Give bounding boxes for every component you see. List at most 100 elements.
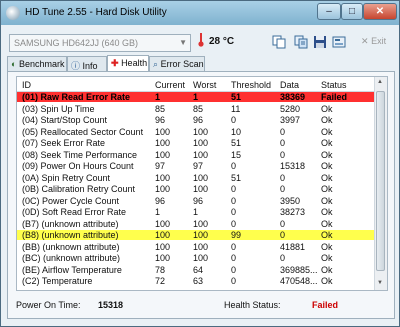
table-row[interactable]: (05) Reallocated Sector Count 100 100 10 0 Ok xyxy=(17,127,377,137)
table-row[interactable]: (BB) (unknown attribute) 100 100 0 41881 Ok xyxy=(17,242,377,252)
copy-icon[interactable] xyxy=(271,34,287,50)
cell-data: 0 xyxy=(280,230,286,240)
exit-button[interactable]: ✕ Exit xyxy=(361,36,386,47)
toolbar: SAMSUNG HD642JJ (640 GB) ▼ 28 °C ✕ Exit xyxy=(5,27,395,55)
options-icon[interactable] xyxy=(331,34,347,50)
cell-data: 38273 xyxy=(280,207,306,217)
cell-status: Ok xyxy=(321,264,333,275)
table-row[interactable]: (0D) Soft Read Error Rate 1 1 0 38273 Ok xyxy=(17,207,377,217)
tab-health[interactable]: ✚ Health xyxy=(107,55,149,72)
cell-id: (07) Seek Error Rate xyxy=(22,138,106,148)
cell-current: 1 xyxy=(155,207,161,217)
table-row[interactable]: (04) Start/Stop Count 96 96 0 3997 Ok xyxy=(17,115,377,125)
cell-status: Ok xyxy=(321,241,333,252)
cell-current: 78 xyxy=(155,264,166,275)
cell-threshold: 0 xyxy=(231,264,237,275)
table-row[interactable]: (C2) Temperature 72 63 0 470548... Ok xyxy=(17,276,377,286)
health-panel: ID Current Worst Threshold Data Status (… xyxy=(7,71,395,319)
table-row[interactable]: (01) Raw Read Error Rate 1 1 51 38369 Failed xyxy=(17,92,377,102)
header-threshold[interactable]: Threshold xyxy=(231,80,271,90)
cell-data: 0 xyxy=(280,184,286,194)
tab-error-scan[interactable]: ⌕ Error Scan xyxy=(149,56,205,71)
vertical-scrollbar[interactable]: ▲ ▼ xyxy=(374,77,387,290)
table-row[interactable]: (B7) (unknown attribute) 100 100 0 0 Ok xyxy=(17,219,377,229)
cell-worst: 100 xyxy=(193,184,209,194)
cell-status: Ok xyxy=(321,230,333,240)
status-footer: Power On Time: 15318 Health Status: Fail… xyxy=(16,298,388,314)
table-row[interactable]: (B8) (unknown attribute) 100 100 99 0 Ok xyxy=(17,230,377,240)
minimize-button[interactable]: – xyxy=(317,3,341,20)
cell-id: (0D) Soft Read Error Rate xyxy=(22,207,127,217)
header-current[interactable]: Current xyxy=(155,80,185,90)
smart-table[interactable]: ID Current Worst Threshold Data Status (… xyxy=(16,76,388,291)
cell-id: (05) Reallocated Sector Count xyxy=(22,126,144,137)
cell-status: Ok xyxy=(321,103,333,114)
table-row[interactable]: (03) Spin Up Time 85 85 11 5280 Ok xyxy=(17,104,377,114)
maximize-button[interactable]: □ xyxy=(341,3,363,20)
close-button[interactable]: ✕ xyxy=(363,3,397,20)
temperature-readout: 28 °C xyxy=(209,36,235,47)
cell-id: (0B) Calibration Retry Count xyxy=(22,184,136,194)
cell-threshold: 0 xyxy=(231,276,237,286)
cell-status: Ok xyxy=(321,276,333,286)
cell-status: Ok xyxy=(321,138,333,148)
table-header: ID Current Worst Threshold Data Status xyxy=(17,77,377,92)
health-status-value: Failed xyxy=(312,300,339,310)
header-worst[interactable]: Worst xyxy=(193,80,216,90)
scroll-down-icon[interactable]: ▼ xyxy=(377,280,383,286)
cell-current: 72 xyxy=(155,276,166,286)
header-data[interactable]: Data xyxy=(280,80,299,90)
scroll-up-icon[interactable]: ▲ xyxy=(377,79,383,85)
cell-id: (C2) Temperature xyxy=(22,276,93,286)
cell-id: (0C) Power Cycle Count xyxy=(22,195,120,206)
table-row[interactable]: (07) Seek Error Rate 100 100 51 0 Ok xyxy=(17,138,377,148)
header-status[interactable]: Status xyxy=(321,80,347,90)
cell-data: 41881 xyxy=(280,241,306,252)
cell-data: 369885... xyxy=(280,264,318,275)
cell-id: (03) Spin Up Time xyxy=(22,103,95,114)
cell-current: 1 xyxy=(155,92,161,102)
thermometer-icon xyxy=(198,33,204,47)
table-row[interactable]: (0B) Calibration Retry Count 100 100 0 0 Ok xyxy=(17,184,377,194)
tab-benchmark[interactable]: ◐ Benchmark xyxy=(7,56,67,71)
cell-threshold: 0 xyxy=(231,241,237,252)
tab-label: Error Scan xyxy=(160,59,204,69)
table-row[interactable]: (BC) (unknown attribute) 100 100 0 0 Ok xyxy=(17,253,377,263)
cell-threshold: 0 xyxy=(231,218,237,229)
cell-current: 100 xyxy=(155,253,171,263)
cell-id: (BB) (unknown attribute) xyxy=(22,241,120,252)
table-row[interactable]: (09) Power On Hours Count 97 97 0 15318 Ok xyxy=(17,161,377,171)
magnifier-icon: ⌕ xyxy=(153,59,159,69)
tab-label: Benchmark xyxy=(18,59,65,69)
drive-select[interactable]: SAMSUNG HD642JJ (640 GB) ▼ xyxy=(9,34,191,52)
tab-label: Info xyxy=(82,61,98,71)
cell-worst: 1 xyxy=(193,92,199,102)
tab-label: Health xyxy=(121,58,148,68)
cell-threshold: 0 xyxy=(231,115,237,125)
table-row[interactable]: (0C) Power Cycle Count 96 96 0 3950 Ok xyxy=(17,196,377,206)
app-window: HD Tune 2.55 - Hard Disk Utility – □ ✕ S… xyxy=(0,0,400,327)
cell-status: Ok xyxy=(321,218,333,229)
title-bar[interactable]: HD Tune 2.55 - Hard Disk Utility – □ ✕ xyxy=(1,1,399,25)
close-icon: ✕ xyxy=(361,36,369,46)
table-row[interactable]: (BE) Airflow Temperature 78 64 0 369885... Ok xyxy=(17,265,377,275)
table-row[interactable]: (0A) Spin Retry Count 100 100 51 0 Ok xyxy=(17,173,377,183)
table-row[interactable]: (08) Seek Time Performance 100 100 15 0 Ok xyxy=(17,150,377,160)
cell-data: 38369 xyxy=(280,92,306,102)
cell-status: Ok xyxy=(321,184,333,194)
cell-worst: 100 xyxy=(193,172,209,183)
copy-all-icon[interactable] xyxy=(293,34,309,50)
cell-data: 0 xyxy=(280,172,286,183)
chevron-down-icon: ▼ xyxy=(179,38,187,47)
cell-current: 100 xyxy=(155,149,171,160)
scroll-thumb[interactable] xyxy=(376,91,385,271)
cell-worst: 100 xyxy=(193,230,209,240)
save-icon[interactable] xyxy=(312,34,328,50)
cell-status: Failed xyxy=(321,92,348,102)
benchmark-icon: ◐ xyxy=(11,59,17,69)
cell-threshold: 51 xyxy=(231,138,242,148)
tab-info[interactable]: ⓘ Info xyxy=(67,56,107,71)
cell-worst: 96 xyxy=(193,195,204,206)
header-id[interactable]: ID xyxy=(22,80,31,90)
power-on-value: 15318 xyxy=(98,300,124,310)
